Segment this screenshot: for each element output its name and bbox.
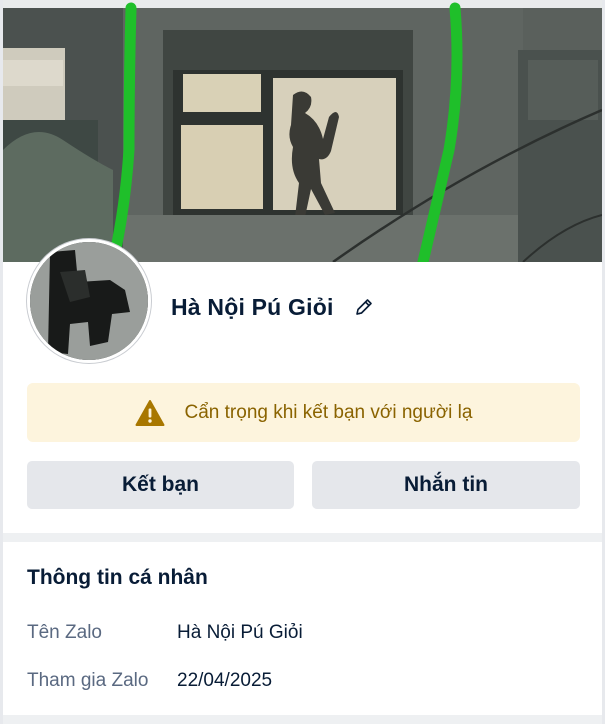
pencil-icon[interactable] <box>354 297 374 317</box>
info-value-joined: 22/04/2025 <box>177 670 273 691</box>
personal-info-title: Thông tin cá nhân <box>27 566 208 589</box>
avatar[interactable] <box>27 239 151 363</box>
warning-triangle-icon <box>135 399 165 427</box>
add-friend-button[interactable]: Kết bạn <box>27 461 294 509</box>
stranger-warning-banner: Cẩn trọng khi kết bạn với người lạ <box>27 383 580 442</box>
info-label-zalo-name: Tên Zalo <box>27 622 102 643</box>
profile-name: Hà Nội Pú Giỏi <box>171 293 334 320</box>
bottom-divider <box>3 715 602 724</box>
profile-panel: Hà Nội Pú Giỏi Cẩn trọng khi kết bạn với… <box>0 0 605 724</box>
cover-photo[interactable] <box>3 0 602 262</box>
section-divider <box>3 533 602 542</box>
info-label-joined: Tham gia Zalo <box>27 670 149 691</box>
warning-text: Cẩn trọng khi kết bạn với người lạ <box>184 401 473 423</box>
message-button[interactable]: Nhắn tin <box>312 461 580 509</box>
profile-name-row: Hà Nội Pú Giỏi <box>171 287 374 327</box>
info-value-zalo-name: Hà Nội Pú Giỏi <box>177 622 303 643</box>
